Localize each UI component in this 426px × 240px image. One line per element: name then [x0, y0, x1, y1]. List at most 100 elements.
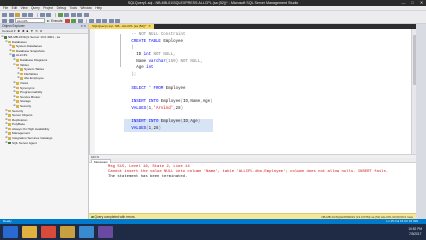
outline-bar: [120, 34, 121, 67]
open-folder-icon[interactable]: [15, 12, 20, 17]
taskbar-chrome-icon[interactable]: [41, 226, 56, 238]
menu-item-tools[interactable]: Tools: [70, 6, 77, 11]
panel-pin-icon[interactable]: ▾ ✕: [81, 24, 86, 29]
menu-item-file[interactable]: File: [3, 6, 8, 11]
code-token: Employee: [160, 39, 183, 44]
taskbar-ssms-icon[interactable]: [60, 226, 75, 238]
folder-icon: [16, 81, 19, 85]
code-token: Name: [136, 59, 149, 64]
code-token: *: [146, 86, 154, 91]
code-token: varchar: [148, 59, 166, 64]
code-line[interactable]: [124, 79, 213, 86]
folder-icon: [12, 45, 15, 48]
code-line[interactable]: [124, 92, 213, 99]
properties-side-strip[interactable]: [416, 24, 426, 219]
explorer-toolbar-item[interactable]: ↻: [35, 29, 38, 33]
query-editor[interactable]: -- NOT NULL Constraint CREATE TABLE Empl…: [89, 29, 416, 154]
code-line[interactable]: (: [124, 45, 213, 52]
explorer-toolbar-item[interactable]: ▼: [30, 29, 33, 33]
execute-button[interactable]: Execute: [47, 19, 63, 23]
folder-icon: [12, 49, 15, 53]
explorer-toolbar-item[interactable]: ■: [27, 29, 29, 33]
results-file-icon[interactable]: [102, 18, 108, 23]
undo-icon[interactable]: [39, 12, 45, 17]
code-line[interactable]: [124, 112, 213, 119]
folder-icon: [16, 86, 19, 90]
code-line[interactable]: Name varchar(150) NOT NULL,: [124, 59, 213, 66]
code-area[interactable]: -- NOT NULL Constraint CREATE TABLE Empl…: [124, 32, 213, 133]
toolbox-icon[interactable]: [77, 12, 82, 17]
code-line[interactable]: VALUES(1,28): [124, 125, 213, 133]
menu-item-window[interactable]: Window: [80, 6, 91, 11]
results-text-icon[interactable]: [95, 18, 101, 23]
code-line[interactable]: CREATE TABLE Employee: [124, 39, 213, 46]
code-token: 'Arvind': [153, 106, 174, 111]
properties-icon[interactable]: [70, 12, 76, 17]
code-token: int: [146, 66, 154, 71]
explorer-toolbar-item[interactable]: ⇵: [40, 29, 43, 33]
uncomment-icon[interactable]: [115, 18, 121, 23]
execute-icon: [47, 19, 50, 22]
menu-item-project[interactable]: Project: [43, 6, 53, 11]
code-token: Employee: [163, 86, 186, 91]
code-token: INSERT INTO: [131, 99, 159, 104]
tree-node[interactable]: ⊞ SQL Server Agent: [0, 141, 88, 146]
menu-item-query[interactable]: Query: [31, 6, 40, 11]
code-line[interactable]: -- NOT NULL Constraint: [124, 32, 213, 39]
folder-icon: [16, 95, 19, 99]
comment-icon[interactable]: [108, 18, 114, 23]
explorer-toolbar-item[interactable]: ✱: [18, 29, 21, 33]
taskbar-app2-icon[interactable]: [98, 226, 113, 238]
debug-icon[interactable]: [77, 18, 83, 23]
explorer-toolbar-item[interactable]: Connect ▾: [2, 29, 16, 33]
new-file-icon[interactable]: [8, 12, 14, 17]
folder-icon: [16, 91, 19, 94]
code-line[interactable]: );: [124, 72, 213, 79]
tab-close-icon[interactable]: ✕: [148, 24, 151, 28]
folder-icon: [8, 137, 11, 140]
code-line[interactable]: SELECT * FROM Employee: [124, 86, 213, 93]
code-line[interactable]: Age int: [124, 65, 213, 72]
save-icon[interactable]: [21, 12, 27, 17]
change-connection-icon[interactable]: [8, 18, 14, 23]
folder-icon: [16, 58, 19, 62]
redo-icon[interactable]: [46, 12, 51, 17]
code-token: ID: [136, 53, 144, 58]
code-token: (150): [165, 59, 179, 64]
taskbar-start-icon[interactable]: [3, 226, 18, 238]
code-line[interactable]: VALUES(1,'Arvind',28): [124, 106, 213, 113]
code-token: ): [210, 99, 213, 104]
code-line[interactable]: INSERT INTO Employee(ID,Age): [124, 118, 213, 126]
folder-icon: [8, 40, 11, 44]
solution-icon[interactable]: [83, 12, 89, 17]
stop-icon[interactable]: [64, 18, 70, 23]
parse-icon[interactable]: [71, 18, 77, 23]
menu-item-edit[interactable]: Edit: [12, 6, 18, 11]
execute-label: Execute: [51, 18, 63, 23]
taskbar-app-icon[interactable]: [79, 226, 94, 238]
taskbar-explorer-icon[interactable]: [22, 226, 37, 238]
server-icon: [4, 36, 7, 39]
new-query-icon[interactable]: [2, 12, 7, 17]
system-clock[interactable]: 10:52 PM 7/3/2017: [408, 227, 422, 236]
folder-icon: [16, 63, 19, 67]
folder-icon: [8, 114, 11, 117]
code-token: );: [131, 73, 137, 78]
menu-item-help[interactable]: Help: [95, 6, 102, 11]
code-token: CREATE TABLE: [131, 39, 161, 44]
results-grid-icon[interactable]: [89, 18, 95, 23]
code-line[interactable]: ID int NOT NULL,: [124, 52, 213, 59]
menu-item-view[interactable]: View: [21, 6, 28, 11]
code-token: NOT NULL,: [178, 59, 203, 64]
start-icon[interactable]: [57, 12, 63, 17]
menu-item-debug[interactable]: Debug: [57, 6, 66, 11]
database-select[interactable]: ALLCPL: [15, 18, 45, 23]
code-token: INSERT INTO: [131, 119, 159, 124]
explorer-toolbar-item[interactable]: ✱: [22, 29, 25, 33]
code-line[interactable]: INSERT INTO Employee(ID,Name,Age): [124, 99, 213, 106]
database-icon: [12, 54, 15, 57]
code-token: FROM: [153, 86, 164, 91]
connect-icon[interactable]: [2, 18, 7, 23]
find-icon[interactable]: [64, 12, 69, 17]
save-all-icon[interactable]: [28, 12, 33, 17]
